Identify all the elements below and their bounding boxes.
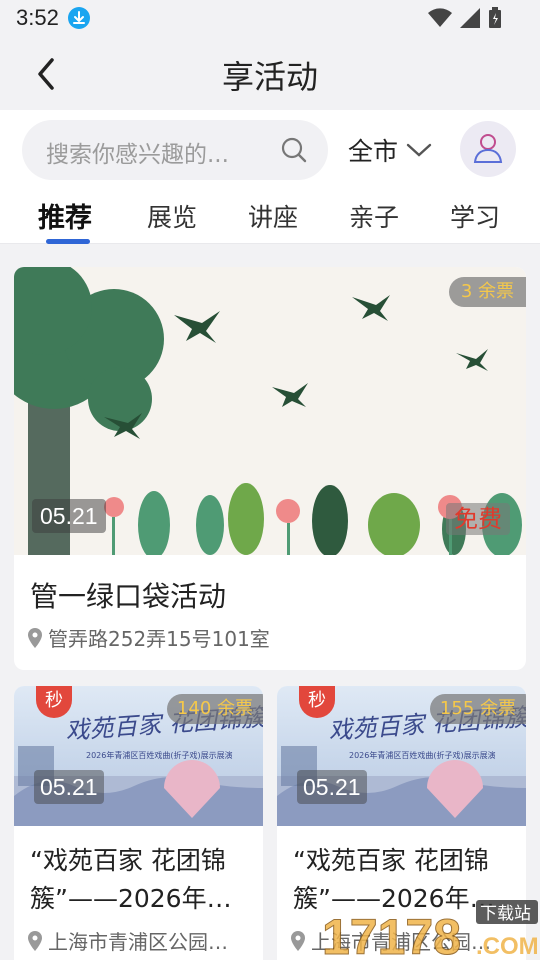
- event-poster-image: 戏苑百家 花团锦簇 2026年青浦区百姓戏曲(折子戏)展示展演 秒 155 余票…: [277, 686, 526, 826]
- status-time: 3:52: [16, 5, 59, 30]
- event-location: 上海市青浦区公园…: [28, 926, 258, 955]
- event-title: 管一绿口袋活动: [30, 580, 227, 613]
- price-badge: 免费: [446, 503, 510, 535]
- tickets-left-badge: 140 余票: [166, 694, 263, 724]
- event-location: 管弄路252弄15号101室: [28, 623, 270, 652]
- location-pin-icon: [291, 930, 305, 951]
- watermark-domain: .COM: [476, 933, 539, 960]
- event-date-badge: 05.21: [297, 770, 367, 804]
- signal-icon: [460, 8, 480, 28]
- site-watermark: 17178 .COM 下载站: [322, 900, 539, 960]
- featured-event-image: 3 余票 05.21 免费: [14, 267, 526, 555]
- watermark-number: 17178: [322, 909, 461, 960]
- event-card[interactable]: 戏苑百家 花团锦簇 2026年青浦区百姓戏曲(折子戏)展示展演 秒 140 余票…: [14, 686, 263, 960]
- status-bar: 3:52: [0, 0, 540, 36]
- user-icon: [473, 134, 503, 163]
- search-placeholder: 搜索你感兴趣的...: [46, 142, 229, 168]
- battery-icon: [489, 7, 501, 28]
- tickets-left-badge: 155 余票: [429, 694, 526, 724]
- search-row: 搜索你感兴趣的... 全市: [0, 110, 540, 186]
- event-date-badge: 05.21: [32, 499, 106, 533]
- chevron-down-icon: [406, 143, 432, 157]
- featured-event-card[interactable]: 3 余票 05.21 免费 管一绿口袋活动 管弄路252弄15号101室: [14, 267, 526, 670]
- search-input[interactable]: 搜索你感兴趣的...: [22, 120, 328, 180]
- event-title: “戏苑百家 花团锦簇”——2026年…: [30, 846, 232, 913]
- tickets-left-badge: 3 余票: [448, 277, 526, 307]
- city-selector[interactable]: 全市: [348, 132, 432, 168]
- event-location-text: 上海市青浦区公园…: [48, 930, 228, 954]
- user-avatar-button[interactable]: [460, 121, 516, 177]
- event-poster-image: 戏苑百家 花团锦簇 2026年青浦区百姓戏曲(折子戏)展示展演 秒 140 余票…: [14, 686, 263, 826]
- download-icon: [68, 7, 90, 29]
- event-location-text: 管弄路252弄15号101室: [48, 627, 270, 651]
- wifi-icon: [428, 8, 452, 27]
- app-header: 享活动: [0, 36, 540, 110]
- tab-study[interactable]: 学习: [450, 198, 500, 234]
- poster-subline: 2026年青浦区百姓戏曲(折子戏)展示展演: [86, 750, 233, 760]
- page-title: 享活动: [221, 58, 318, 96]
- poster-subline: 2026年青浦区百姓戏曲(折子戏)展示展演: [349, 750, 496, 760]
- location-pin-icon: [28, 627, 42, 648]
- category-tabs: 推荐 展览 讲座 亲子 学习: [0, 186, 540, 244]
- location-pin-icon: [28, 930, 42, 951]
- tab-exhibition[interactable]: 展览: [147, 198, 197, 234]
- tab-recommend[interactable]: 推荐: [38, 196, 92, 235]
- event-date-badge: 05.21: [34, 770, 104, 804]
- active-tab-indicator: [46, 239, 90, 244]
- tab-parent-child[interactable]: 亲子: [349, 198, 399, 234]
- tab-lecture[interactable]: 讲座: [248, 198, 298, 234]
- watermark-site: 下载站: [480, 904, 531, 924]
- search-icon[interactable]: [280, 136, 308, 164]
- city-label: 全市: [348, 137, 399, 166]
